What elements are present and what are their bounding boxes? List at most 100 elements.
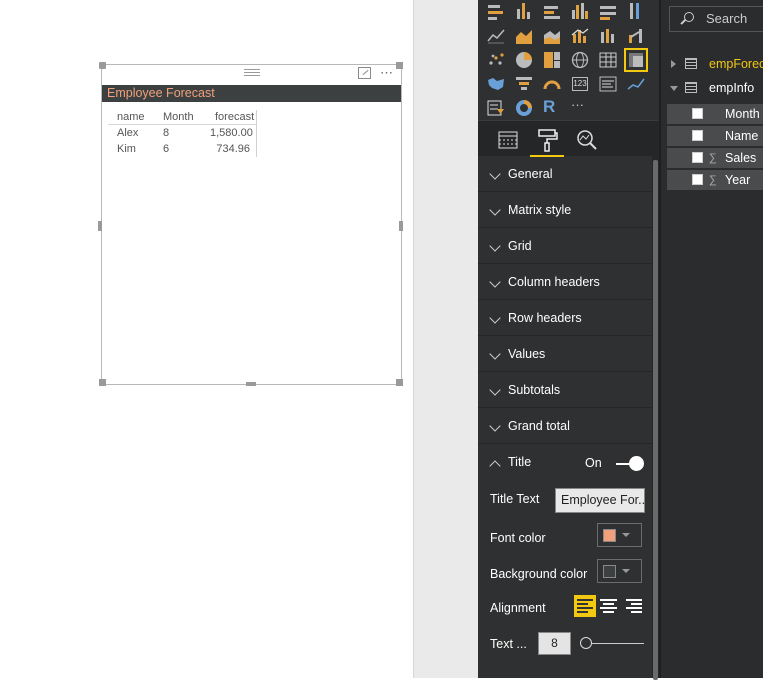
filled-map-icon[interactable] bbox=[487, 75, 505, 93]
column-header[interactable]: name bbox=[108, 110, 154, 124]
collapse-arrow-icon[interactable] bbox=[670, 86, 678, 91]
matrix-cell: 8 bbox=[163, 127, 170, 139]
donut-chart-icon[interactable] bbox=[515, 99, 533, 117]
field-checkbox[interactable] bbox=[692, 152, 703, 163]
table-item-empforecast[interactable]: empForecast bbox=[661, 53, 763, 75]
funnel-icon[interactable] bbox=[515, 75, 533, 93]
visual-title: Employee Forecast bbox=[102, 85, 401, 102]
section-subtotals[interactable]: Subtotals bbox=[478, 373, 652, 408]
text-size-slider-track[interactable] bbox=[586, 643, 644, 644]
gauge-icon[interactable] bbox=[543, 75, 561, 93]
line-chart-icon[interactable] bbox=[487, 27, 505, 45]
section-grand-total[interactable]: Grand total bbox=[478, 409, 652, 444]
area-chart-icon[interactable] bbox=[515, 27, 533, 45]
table-icon bbox=[685, 82, 697, 93]
clustered-bar-chart-icon[interactable] bbox=[543, 3, 561, 21]
matrix-visual[interactable]: ⋯ Employee Forecast name Month forecast … bbox=[101, 64, 402, 385]
align-left-icon[interactable] bbox=[574, 595, 596, 617]
table-icon[interactable] bbox=[599, 51, 617, 69]
font-color-picker[interactable] bbox=[597, 523, 642, 547]
multi-row-card-icon[interactable] bbox=[599, 75, 617, 93]
pane-scrollbar-thumb[interactable] bbox=[653, 160, 658, 680]
format-tab[interactable] bbox=[530, 127, 564, 157]
matrix-cell: 1,580.00 bbox=[204, 125, 257, 141]
caret-down-icon bbox=[622, 533, 630, 537]
field-month[interactable]: Month bbox=[667, 104, 763, 124]
slicer-icon[interactable] bbox=[487, 99, 505, 117]
text-size-input[interactable]: 8 bbox=[538, 632, 571, 655]
pie-chart-icon[interactable] bbox=[515, 51, 533, 69]
field-checkbox[interactable] bbox=[692, 174, 703, 185]
field-checkbox[interactable] bbox=[692, 108, 703, 119]
100-stacked-bar-chart-icon[interactable] bbox=[599, 3, 617, 21]
field-checkbox[interactable] bbox=[692, 130, 703, 141]
background-color-swatch bbox=[603, 565, 616, 578]
matrix-visual-icon[interactable] bbox=[624, 48, 648, 72]
font-color-swatch bbox=[603, 529, 616, 542]
more-visuals-icon[interactable]: ··· bbox=[571, 98, 589, 116]
field-year[interactable]: ∑ Year bbox=[667, 170, 763, 190]
stacked-bar-chart-icon[interactable] bbox=[487, 3, 505, 21]
clustered-column-chart-icon[interactable] bbox=[571, 3, 589, 21]
resize-handle[interactable] bbox=[99, 62, 106, 69]
title-toggle-knob[interactable] bbox=[629, 456, 644, 471]
section-matrix-style[interactable]: Matrix style bbox=[478, 193, 652, 228]
column-header[interactable]: Month bbox=[154, 110, 204, 124]
ribbon-chart-icon[interactable] bbox=[627, 27, 645, 45]
resize-handle[interactable] bbox=[98, 221, 102, 231]
treemap-icon[interactable] bbox=[543, 51, 561, 69]
text-size-label: Text ... bbox=[490, 637, 527, 651]
align-center-icon[interactable] bbox=[598, 595, 620, 617]
section-values[interactable]: Values bbox=[478, 337, 652, 372]
section-column-headers[interactable]: Column headers bbox=[478, 265, 652, 300]
fields-tab[interactable] bbox=[495, 127, 521, 153]
chevron-down-icon bbox=[489, 384, 501, 396]
pane-tabs bbox=[478, 120, 659, 157]
stacked-area-chart-icon[interactable] bbox=[543, 27, 561, 45]
r-script-visual-icon[interactable]: R bbox=[543, 97, 561, 116]
resize-handle[interactable] bbox=[99, 379, 106, 386]
background-color-picker[interactable] bbox=[597, 559, 642, 583]
analytics-tab[interactable] bbox=[574, 127, 600, 153]
field-name[interactable]: Name bbox=[667, 126, 763, 146]
text-size-slider-knob[interactable] bbox=[580, 637, 592, 649]
section-label: General bbox=[508, 167, 553, 181]
matrix-row[interactable]: Alex 8 1,580.00 bbox=[108, 125, 257, 141]
matrix-cell: 6 bbox=[163, 143, 170, 155]
fields-search-input[interactable]: Search bbox=[669, 6, 763, 32]
chevron-down-icon bbox=[489, 168, 501, 180]
section-grid[interactable]: Grid bbox=[478, 229, 652, 264]
stacked-column-chart-icon[interactable] bbox=[515, 3, 533, 21]
matrix-cell: 734.96 bbox=[204, 141, 257, 157]
resize-handle[interactable] bbox=[399, 221, 403, 231]
focus-mode-icon[interactable] bbox=[358, 67, 371, 79]
more-options-icon[interactable]: ⋯ bbox=[380, 65, 394, 81]
alignment-label: Alignment bbox=[490, 601, 546, 615]
magnifier-chart-icon bbox=[577, 130, 597, 150]
matrix-row[interactable]: Kim 6 734.96 bbox=[108, 141, 257, 157]
section-general[interactable]: General bbox=[478, 157, 652, 192]
line-and-stacked-column-chart-icon[interactable] bbox=[571, 27, 589, 45]
drag-grip-icon[interactable] bbox=[244, 69, 260, 76]
line-and-clustered-column-chart-icon[interactable] bbox=[599, 27, 617, 45]
section-row-headers[interactable]: Row headers bbox=[478, 301, 652, 336]
100-stacked-column-chart-icon[interactable] bbox=[627, 3, 645, 21]
scatter-chart-icon[interactable] bbox=[487, 51, 505, 69]
globe-map-icon[interactable] bbox=[571, 51, 589, 69]
resize-handle[interactable] bbox=[246, 382, 256, 386]
field-sales[interactable]: ∑ Sales bbox=[667, 148, 763, 168]
resize-handle[interactable] bbox=[396, 62, 403, 69]
report-canvas[interactable]: ⋯ Employee Forecast name Month forecast … bbox=[0, 0, 413, 678]
kpi-icon[interactable] bbox=[627, 75, 645, 93]
table-item-empinfo[interactable]: empInfo bbox=[661, 77, 763, 99]
section-label: Column headers bbox=[508, 275, 600, 289]
title-text-label: Title Text bbox=[490, 492, 540, 506]
resize-handle[interactable] bbox=[396, 379, 403, 386]
align-right-icon[interactable] bbox=[623, 595, 645, 617]
chevron-up-icon bbox=[489, 460, 501, 472]
title-text-input[interactable]: Employee For... bbox=[555, 488, 645, 513]
canvas-gutter bbox=[413, 0, 478, 678]
card-icon[interactable]: 123 bbox=[571, 75, 589, 93]
column-header[interactable]: forecast bbox=[204, 110, 257, 124]
expand-arrow-icon[interactable] bbox=[671, 60, 676, 68]
